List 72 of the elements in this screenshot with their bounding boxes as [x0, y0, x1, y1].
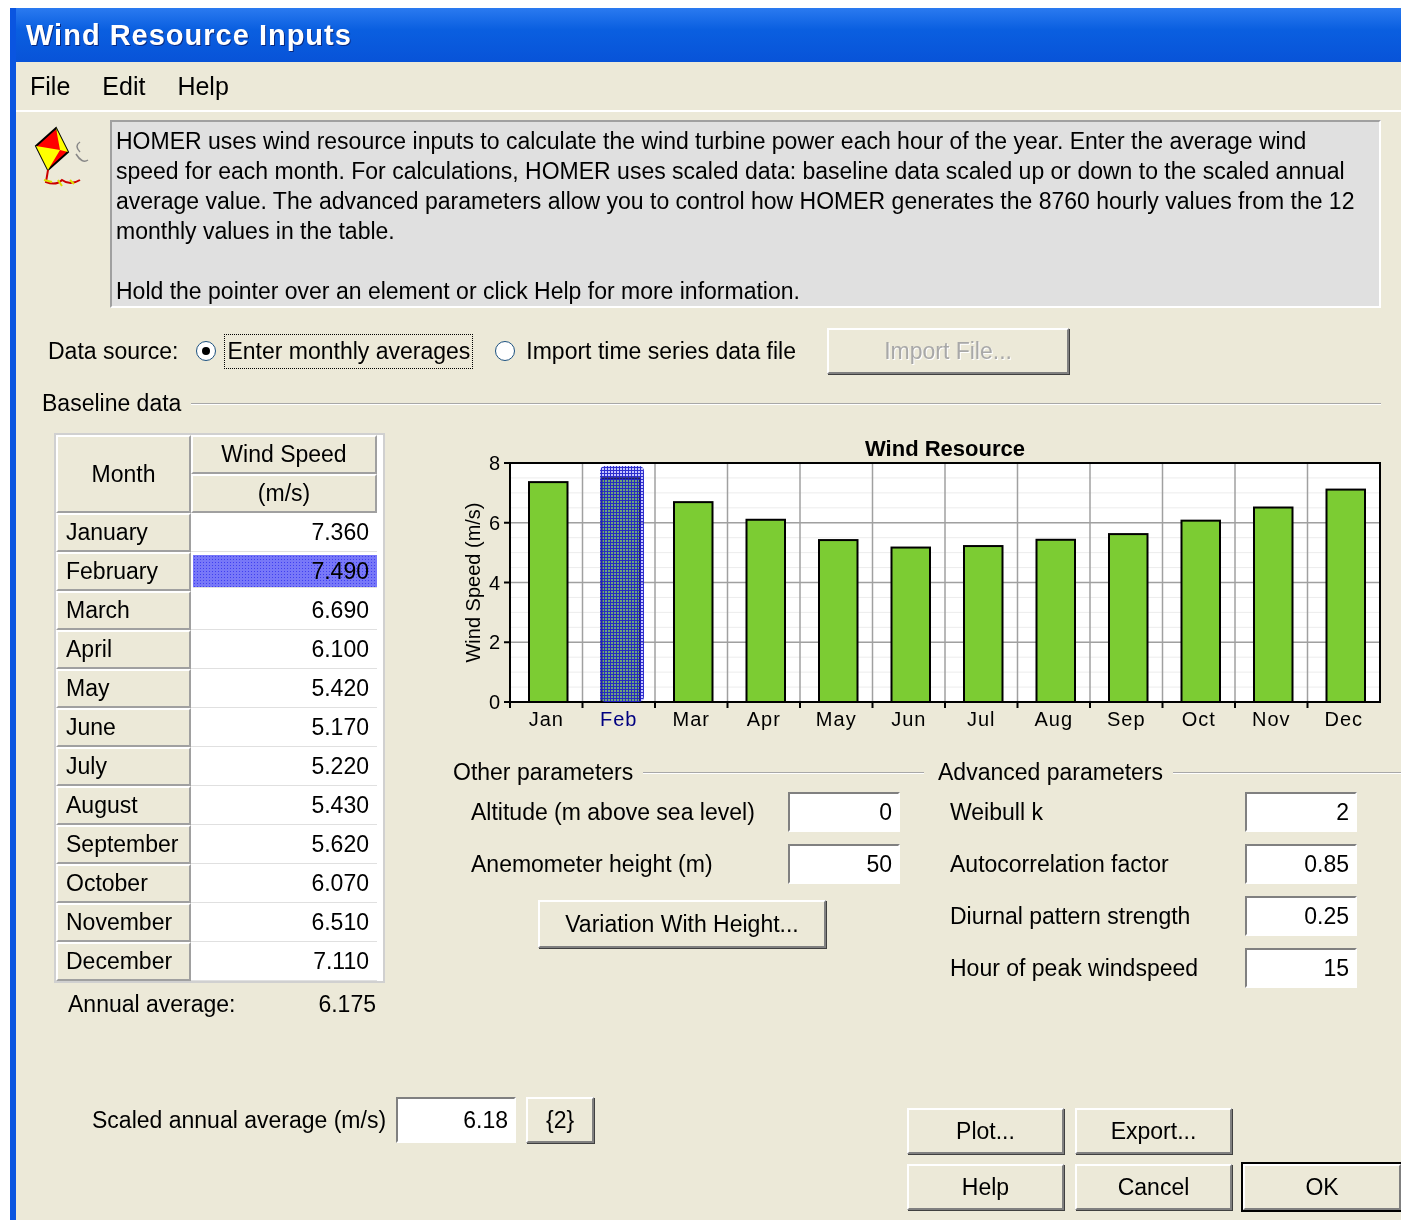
- description-text: Hold the pointer over an element or click Help for more information.: [116, 277, 801, 306]
- x-tick-label: Apr: [746, 708, 781, 730]
- variation-button[interactable]: Variation With Height...: [538, 900, 826, 948]
- row-header: January: [56, 513, 191, 552]
- input-field[interactable]: 15: [1245, 948, 1357, 988]
- field-label: Anemometer height (m): [471, 850, 714, 878]
- row-header: June: [56, 708, 191, 747]
- x-tick-label: Dec: [1324, 708, 1364, 730]
- window-title: Wind Resource Inputs: [26, 18, 352, 52]
- input-field[interactable]: 6.18: [396, 1097, 517, 1143]
- dialog-button[interactable]: OK: [1243, 1164, 1401, 1210]
- x-tick-label: May: [815, 708, 857, 730]
- x-tick-label: Nov: [1251, 708, 1291, 730]
- column-header: Wind Speed: [191, 435, 377, 474]
- menu-item[interactable]: Edit: [102, 69, 146, 103]
- y-axis-label: Wind Speed (m/s): [462, 502, 484, 663]
- chart-title: Wind Resource: [865, 436, 1025, 461]
- x-tick-label: Mar: [672, 708, 710, 730]
- x-tick-label: Aug: [1034, 708, 1074, 730]
- row-header: July: [56, 747, 191, 786]
- description-text: HOMER uses wind resource inputs to calculate the wind turbine power each hour of the year. Enter the average wind speed for each month. For calculations, HOMER uses scaled data: baseline data scaled up or down to the scaled annual average value. The advanced parameters allow you to control how HOMER generates the 8760 hourly values from the 12 monthly values in the table.: [116, 127, 1356, 246]
- group-label: Other parameters: [453, 759, 634, 786]
- sensitivity-button[interactable]: {2}: [526, 1097, 595, 1143]
- x-tick-label: Jan: [528, 708, 564, 730]
- group-label: Baseline data: [42, 390, 182, 417]
- y-tick-label: 0: [488, 691, 500, 713]
- row-header: December: [56, 942, 191, 981]
- annual-average-value: 6.175: [318, 991, 376, 1018]
- menu-item[interactable]: Help: [177, 69, 229, 103]
- dialog-button[interactable]: Export...: [1075, 1108, 1232, 1154]
- column-header: (m/s): [191, 474, 377, 513]
- column-header: Month: [56, 435, 191, 513]
- y-tick-label: 8: [488, 452, 500, 474]
- field-label: Autocorrelation factor: [950, 850, 1170, 878]
- x-tick-label: Feb: [600, 708, 638, 730]
- y-tick-label: 4: [488, 571, 500, 594]
- input-field[interactable]: 0.85: [1245, 844, 1357, 884]
- dialog-button[interactable]: Plot...: [907, 1108, 1064, 1154]
- row-header: May: [56, 669, 191, 708]
- row-header: August: [56, 786, 191, 825]
- dialog-button[interactable]: Help: [907, 1164, 1064, 1210]
- field-label: Diurnal pattern strength: [950, 902, 1192, 930]
- dialog-button[interactable]: Cancel: [1075, 1164, 1232, 1210]
- y-tick-label: 2: [488, 631, 500, 654]
- row-header: April: [56, 630, 191, 669]
- field-label: Hour of peak windspeed: [950, 954, 1200, 982]
- radio-label[interactable]: Import time series data file: [523, 333, 800, 369]
- menu-item[interactable]: File: [30, 69, 71, 103]
- radio-label[interactable]: Enter monthly averages: [224, 333, 474, 369]
- input-field[interactable]: 0.25: [1245, 896, 1357, 936]
- radio-button[interactable]: [196, 341, 217, 361]
- x-tick-label: Jun: [891, 708, 927, 730]
- data-source-label: Data source:: [48, 337, 179, 365]
- row-header: March: [56, 591, 191, 630]
- x-tick-label: Sep: [1106, 708, 1146, 730]
- row-header: September: [56, 825, 191, 864]
- group-label: Advanced parameters: [938, 759, 1163, 786]
- input-field[interactable]: 2: [1245, 792, 1357, 832]
- row-header: November: [56, 903, 191, 942]
- input-field[interactable]: 0: [788, 792, 900, 832]
- input-field[interactable]: 50: [788, 844, 900, 884]
- x-tick-label: Oct: [1181, 708, 1216, 730]
- field-label: Scaled annual average (m/s): [92, 1106, 387, 1134]
- field-label: Weibull k: [950, 798, 1044, 826]
- annual-average-label: Annual average:: [68, 991, 236, 1018]
- row-header: February: [56, 552, 191, 591]
- table-cell[interactable]: 7.490: [193, 555, 377, 588]
- x-tick-label: Jul: [966, 708, 996, 730]
- radio-button[interactable]: [495, 341, 516, 361]
- y-tick-label: 6: [488, 511, 500, 534]
- field-label: Altitude (m above sea level): [471, 798, 756, 826]
- row-header: October: [56, 864, 191, 903]
